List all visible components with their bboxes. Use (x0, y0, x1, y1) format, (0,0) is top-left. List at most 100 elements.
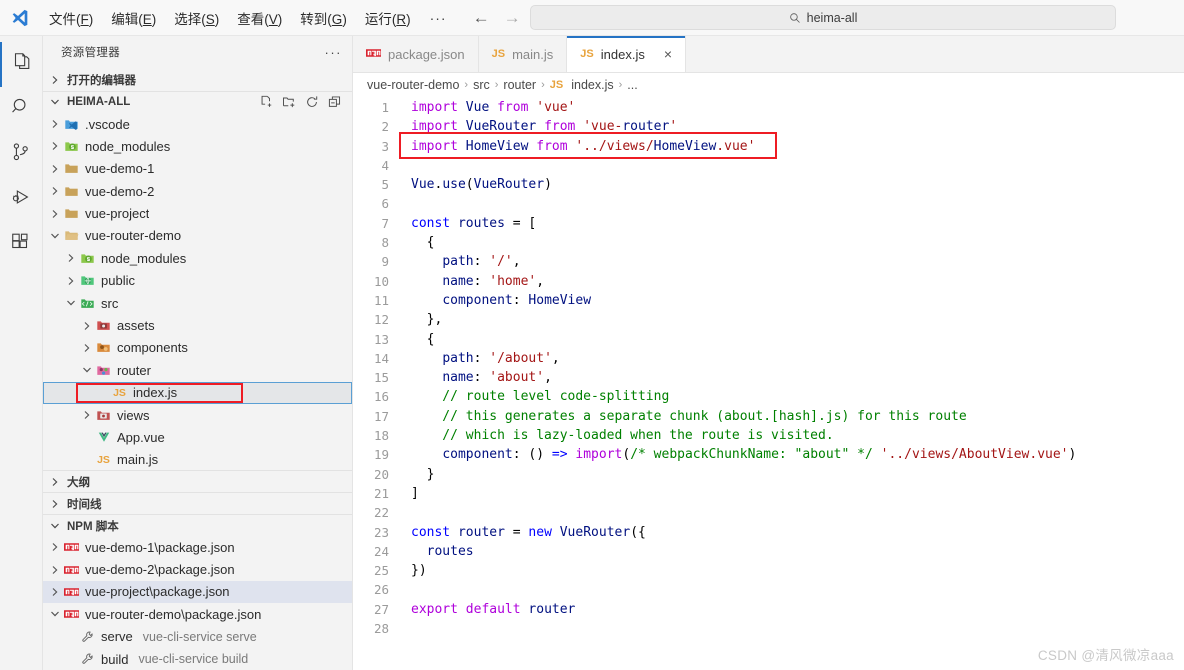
vscode-logo-icon (0, 8, 40, 28)
menu-more-button[interactable]: ··· (420, 10, 457, 26)
menu-selection[interactable]: 选择(S) (165, 5, 228, 31)
editor-tab-label: main.js (512, 47, 553, 62)
menu-file[interactable]: 文件(F) (40, 5, 102, 31)
chevron-right-icon[interactable] (47, 164, 63, 174)
menu-view-label: 查看 (237, 12, 264, 27)
chevron-down-icon[interactable] (63, 298, 79, 308)
tree-item-assets[interactable]: assets (43, 314, 352, 336)
chevron-down-icon[interactable] (79, 365, 95, 375)
tree-item-vue-project[interactable]: vue-project (43, 202, 352, 224)
tree-item-vue-router-demo[interactable]: vue-router-demo (43, 225, 352, 247)
menu-go[interactable]: 转到(G) (291, 5, 356, 31)
line-number: 12 (353, 310, 389, 329)
npm-script-item[interactable]: serve vue-cli-service serve (43, 626, 352, 648)
chevron-right-icon[interactable] (63, 253, 79, 263)
chevron-right-icon[interactable] (79, 343, 95, 353)
npm-script-label: vue-project\package.json (85, 584, 230, 599)
editor-tab-package-json[interactable]: package.json (353, 36, 479, 72)
section-workspace[interactable]: HEIMA-ALL (43, 91, 352, 113)
npm-scripts-tree: vue-demo-1\package.json vue-demo-2\packag… (43, 536, 352, 670)
code-editor[interactable]: 1 2 3 4 5 6 7 8 9 10 11 12 13 14 15 16 17 18 19 20 21 22 23 24 2… (353, 96, 1184, 670)
navigate-forward-button[interactable]: → (504, 9, 521, 26)
chevron-right-icon[interactable] (47, 141, 63, 151)
activity-item-run-debug[interactable] (0, 177, 43, 222)
breadcrumb-item[interactable]: vue-router-demo (367, 78, 459, 92)
tree-item-label: node_modules (85, 139, 170, 154)
tree-item--vscode[interactable]: .vscode (43, 113, 352, 135)
menu-run[interactable]: 运行(R) (356, 5, 420, 31)
folder-icon (63, 161, 80, 176)
command-search-input[interactable]: heima-all (530, 5, 1116, 30)
src-folder-icon (79, 296, 96, 311)
npm-script-item[interactable]: vue-project\package.json (43, 581, 352, 603)
line-number: 1 (353, 98, 389, 117)
breadcrumb-item[interactable]: ... (627, 78, 637, 92)
menu-view[interactable]: 查看(V) (228, 5, 291, 31)
tree-item-main-js[interactable]: JS main.js (43, 449, 352, 470)
chevron-right-icon[interactable] (63, 276, 79, 286)
tree-item-public[interactable]: public (43, 270, 352, 292)
chevron-right-icon[interactable] (47, 209, 63, 219)
editor-tab-main-js[interactable]: JS main.js (479, 36, 568, 72)
folder-icon (63, 184, 80, 199)
tree-item-components[interactable]: components (43, 337, 352, 359)
tree-item-vue-demo-1[interactable]: vue-demo-1 (43, 158, 352, 180)
chevron-right-icon[interactable] (47, 587, 63, 597)
sidebar-title-bar: 资源管理器 ··· (43, 36, 352, 69)
menu-file-label: 文件 (49, 12, 76, 27)
new-folder-icon[interactable] (282, 95, 296, 109)
section-open-editors[interactable]: 打开的编辑器 (43, 69, 352, 91)
npm-script-label: serve (101, 629, 133, 644)
npm-icon (63, 565, 80, 575)
tree-item-views[interactable]: views (43, 404, 352, 426)
code-line: import HomeView from '../views/HomeView… (411, 137, 1184, 156)
activity-item-source-control[interactable] (0, 132, 43, 177)
activity-item-extensions[interactable] (0, 222, 43, 267)
chevron-down-icon[interactable] (47, 609, 63, 619)
line-number: 23 (353, 523, 389, 542)
section-npm-scripts[interactable]: NPM 脚本 (43, 514, 352, 536)
npm-script-item[interactable]: build vue-cli-service build (43, 648, 352, 670)
tree-item-app-vue[interactable]: App.vue (43, 426, 352, 448)
refresh-icon[interactable] (305, 95, 319, 109)
tree-item-index-js[interactable]: JS index.js (43, 382, 352, 404)
menu-run-accel: R (396, 12, 406, 27)
section-timeline[interactable]: 时间线 (43, 492, 352, 514)
chevron-right-icon[interactable] (47, 119, 63, 129)
breadcrumb-item[interactable]: src (473, 78, 490, 92)
breadcrumb-item[interactable]: router (503, 78, 536, 92)
code-content[interactable]: import Vue from 'vue' import VueRouter … (397, 96, 1184, 670)
chevron-right-icon[interactable] (79, 321, 95, 331)
activity-item-search[interactable] (0, 87, 43, 132)
section-outline[interactable]: 大纲 (43, 470, 352, 492)
chevron-right-icon[interactable] (79, 410, 95, 420)
sidebar-more-actions-button[interactable]: ··· (325, 45, 343, 60)
editor-tab-index-js[interactable]: JS index.js × (567, 36, 686, 72)
tree-item-router[interactable]: router (43, 359, 352, 381)
code-line: import Vue from 'vue' (411, 98, 1184, 117)
tree-item-node_modules[interactable]: node_modules (43, 135, 352, 157)
code-line: component: HomeView (411, 291, 1184, 310)
npm-script-item[interactable]: vue-demo-2\package.json (43, 558, 352, 580)
line-number: 2 (353, 117, 389, 136)
npm-script-item[interactable]: vue-router-demo\package.json (43, 603, 352, 625)
menu-edit[interactable]: 编辑(E) (102, 5, 165, 31)
activity-item-explorer[interactable] (0, 42, 43, 87)
section-npm-scripts-label: NPM 脚本 (67, 518, 119, 534)
close-icon[interactable]: × (664, 46, 672, 62)
chevron-down-icon[interactable] (47, 231, 63, 241)
chevron-right-icon[interactable] (47, 542, 63, 552)
tree-item-vue-demo-2[interactable]: vue-demo-2 (43, 180, 352, 202)
tree-item-src[interactable]: src (43, 292, 352, 314)
collapse-all-icon[interactable] (328, 95, 342, 109)
breadcrumb-item[interactable]: index.js (571, 78, 613, 92)
line-number: 15 (353, 368, 389, 387)
chevron-right-icon[interactable] (47, 186, 63, 196)
npm-script-label: vue-demo-2\package.json (85, 562, 235, 577)
tree-item-node_modules[interactable]: node_modules (43, 247, 352, 269)
menu-bar[interactable]: 文件(F) 编辑(E) 选择(S) 查看(V) 转到(G) 运行(R) ··· (40, 5, 457, 31)
new-file-icon[interactable] (259, 95, 273, 109)
navigate-back-button[interactable]: ← (473, 9, 490, 26)
npm-script-item[interactable]: vue-demo-1\package.json (43, 536, 352, 558)
chevron-right-icon[interactable] (47, 565, 63, 575)
